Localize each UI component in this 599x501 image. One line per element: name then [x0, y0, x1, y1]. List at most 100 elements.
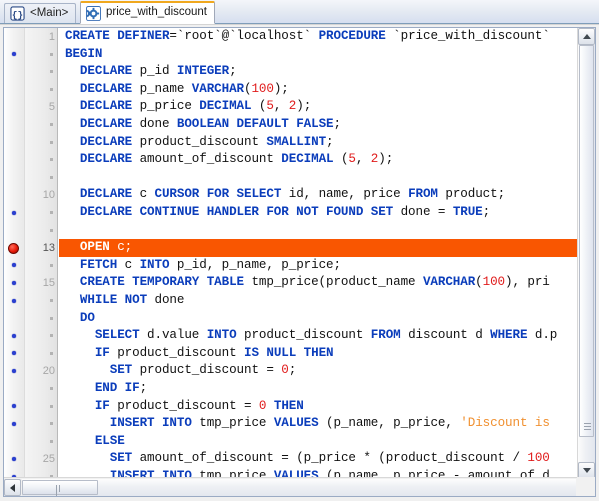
- code-line-text: CREATE DEFINER=`root`@`localhost` PROCED…: [59, 28, 550, 46]
- editor-tab-bar: {} <Main> price_with_discount: [0, 0, 599, 24]
- code-line[interactable]: END IF;: [59, 380, 577, 398]
- line-number-row: [25, 415, 58, 433]
- code-token: product_discount: [132, 134, 267, 149]
- gutter-marker-row[interactable]: [4, 116, 25, 134]
- code-line[interactable]: DECLARE amount_of_discount DECIMAL (5, 2…: [59, 151, 577, 169]
- code-token: END IF: [65, 381, 140, 395]
- gutter-marker-row[interactable]: [4, 81, 25, 99]
- code-line[interactable]: IF product_discount = 0 THEN: [59, 398, 577, 416]
- code-token: WHILE NOT: [65, 293, 148, 307]
- code-line[interactable]: SET amount_of_discount = (p_price * (pro…: [59, 450, 577, 468]
- code-token: DECLARE: [65, 64, 133, 79]
- vertical-scroll-track[interactable]: [578, 45, 595, 462]
- code-line[interactable]: DECLARE done BOOLEAN DEFAULT FALSE;: [59, 116, 577, 134]
- tab-main[interactable]: {} <Main>: [4, 3, 77, 23]
- gutter-marker-row[interactable]: [4, 134, 25, 152]
- bookmark-dot-icon[interactable]: [12, 368, 16, 373]
- gutter-marker-row[interactable]: [4, 362, 25, 380]
- gutter-marker-row[interactable]: [4, 398, 25, 416]
- bookmark-gutter[interactable]: [4, 28, 25, 479]
- code-token: );: [273, 81, 289, 96]
- code-token: c;: [109, 240, 133, 255]
- gutter-marker-row[interactable]: [4, 169, 25, 187]
- code-line[interactable]: DECLARE c CURSOR FOR SELECT id, name, pr…: [59, 186, 577, 204]
- code-line[interactable]: SET product_discount = 0;: [59, 362, 577, 380]
- line-number-row: 15: [25, 274, 58, 292]
- bookmark-dot-icon[interactable]: [12, 404, 16, 409]
- code-token: ;: [333, 117, 341, 131]
- code-line[interactable]: [59, 169, 577, 187]
- code-line[interactable]: [59, 222, 577, 240]
- gutter-marker-row[interactable]: [4, 292, 25, 310]
- gutter-marker-row[interactable]: [4, 257, 25, 275]
- code-line[interactable]: DECLARE CONTINUE HANDLER FOR NOT FOUND S…: [59, 204, 577, 222]
- code-line[interactable]: ELSE: [59, 433, 577, 451]
- code-line[interactable]: BEGIN: [59, 46, 577, 64]
- code-line[interactable]: DO: [59, 310, 577, 328]
- bookmark-dot-icon[interactable]: [12, 421, 16, 426]
- gutter-marker-row[interactable]: [4, 415, 25, 433]
- gutter-marker-row[interactable]: [4, 63, 25, 81]
- code-line[interactable]: DECLARE p_id INTEGER;: [59, 63, 577, 81]
- code-line[interactable]: WHILE NOT done: [59, 292, 577, 310]
- gutter-marker-row[interactable]: [4, 186, 25, 204]
- gutter-marker-row[interactable]: [4, 345, 25, 363]
- gutter-marker-row[interactable]: [4, 204, 25, 222]
- gutter-marker-row[interactable]: [4, 380, 25, 398]
- bookmark-dot-icon[interactable]: [12, 351, 16, 356]
- bookmark-dot-icon[interactable]: [12, 210, 16, 215]
- code-line[interactable]: CREATE DEFINER=`root`@`localhost` PROCED…: [59, 28, 577, 46]
- bookmark-dot-icon[interactable]: [12, 333, 16, 338]
- code-token: p_price: [132, 99, 200, 114]
- bookmark-dot-icon[interactable]: [12, 280, 16, 285]
- code-line[interactable]: FETCH c INTO p_id, p_name, p_price;: [59, 257, 577, 275]
- code-token: DO: [65, 310, 95, 325]
- code-line[interactable]: SELECT d.value INTO product_discount FRO…: [59, 327, 577, 345]
- tab-price-with-discount[interactable]: price_with_discount: [80, 1, 216, 24]
- gutter-marker-row[interactable]: [4, 274, 25, 292]
- code-line[interactable]: DECLARE p_price DECIMAL (5, 2);: [59, 98, 577, 116]
- gutter-marker-row[interactable]: [4, 239, 25, 257]
- gutter-marker-row[interactable]: [4, 28, 25, 46]
- code-token: DECLARE CONTINUE HANDLER FOR NOT FOUND S…: [65, 205, 394, 219]
- scroll-left-button[interactable]: [4, 479, 21, 496]
- bookmark-dot-icon[interactable]: [12, 298, 16, 303]
- gutter-marker-row[interactable]: [4, 46, 25, 64]
- gutter-marker-row[interactable]: [4, 222, 25, 240]
- code-line[interactable]: IF product_discount IS NULL THEN: [59, 345, 577, 363]
- gutter-marker-row[interactable]: [4, 310, 25, 328]
- code-text-area[interactable]: CREATE DEFINER=`root`@`localhost` PROCED…: [59, 28, 577, 479]
- bookmark-dot-icon[interactable]: [12, 456, 16, 461]
- breakpoint-icon[interactable]: [8, 242, 19, 254]
- code-token: id, name, price: [281, 187, 409, 202]
- bookmark-dot-icon[interactable]: [12, 52, 16, 57]
- code-line-text: DECLARE CONTINUE HANDLER FOR NOT FOUND S…: [59, 204, 490, 222]
- horizontal-scrollbar[interactable]: [4, 477, 595, 496]
- gutter-marker-row[interactable]: [4, 450, 25, 468]
- code-line[interactable]: DECLARE product_discount SMALLINT;: [59, 134, 577, 152]
- horizontal-scroll-thumb[interactable]: [22, 480, 98, 496]
- vertical-scrollbar[interactable]: [577, 28, 595, 479]
- gutter-marker-row[interactable]: [4, 327, 25, 345]
- gutter-marker-row[interactable]: [4, 98, 25, 116]
- line-number-row: [25, 116, 58, 134]
- horizontal-scroll-track[interactable]: [22, 479, 576, 496]
- bookmark-dot-icon[interactable]: [12, 263, 16, 268]
- code-token: FROM: [370, 328, 401, 343]
- code-token: ,: [273, 99, 289, 114]
- code-token: DECIMAL: [281, 152, 334, 167]
- chevron-left-icon: [10, 483, 15, 492]
- scroll-up-button[interactable]: [578, 28, 595, 45]
- gutter-marker-row[interactable]: [4, 151, 25, 169]
- gutter-marker-row[interactable]: [4, 433, 25, 451]
- vertical-scroll-thumb[interactable]: [579, 45, 594, 437]
- code-token: done: [132, 117, 177, 131]
- line-number-row: 1: [25, 28, 58, 46]
- code-token: VARCHAR: [191, 81, 244, 96]
- line-number-row: [25, 327, 58, 345]
- code-line[interactable]: INSERT INTO tmp_price VALUES (p_name, p_…: [59, 415, 577, 433]
- code-line[interactable]: DECLARE p_name VARCHAR(100);: [59, 81, 577, 99]
- code-token: p_id, p_name, p_price;: [169, 257, 341, 272]
- code-line[interactable]: CREATE TEMPORARY TABLE tmp_price(product…: [59, 274, 577, 292]
- code-line-highlighted[interactable]: OPEN c;: [59, 239, 577, 257]
